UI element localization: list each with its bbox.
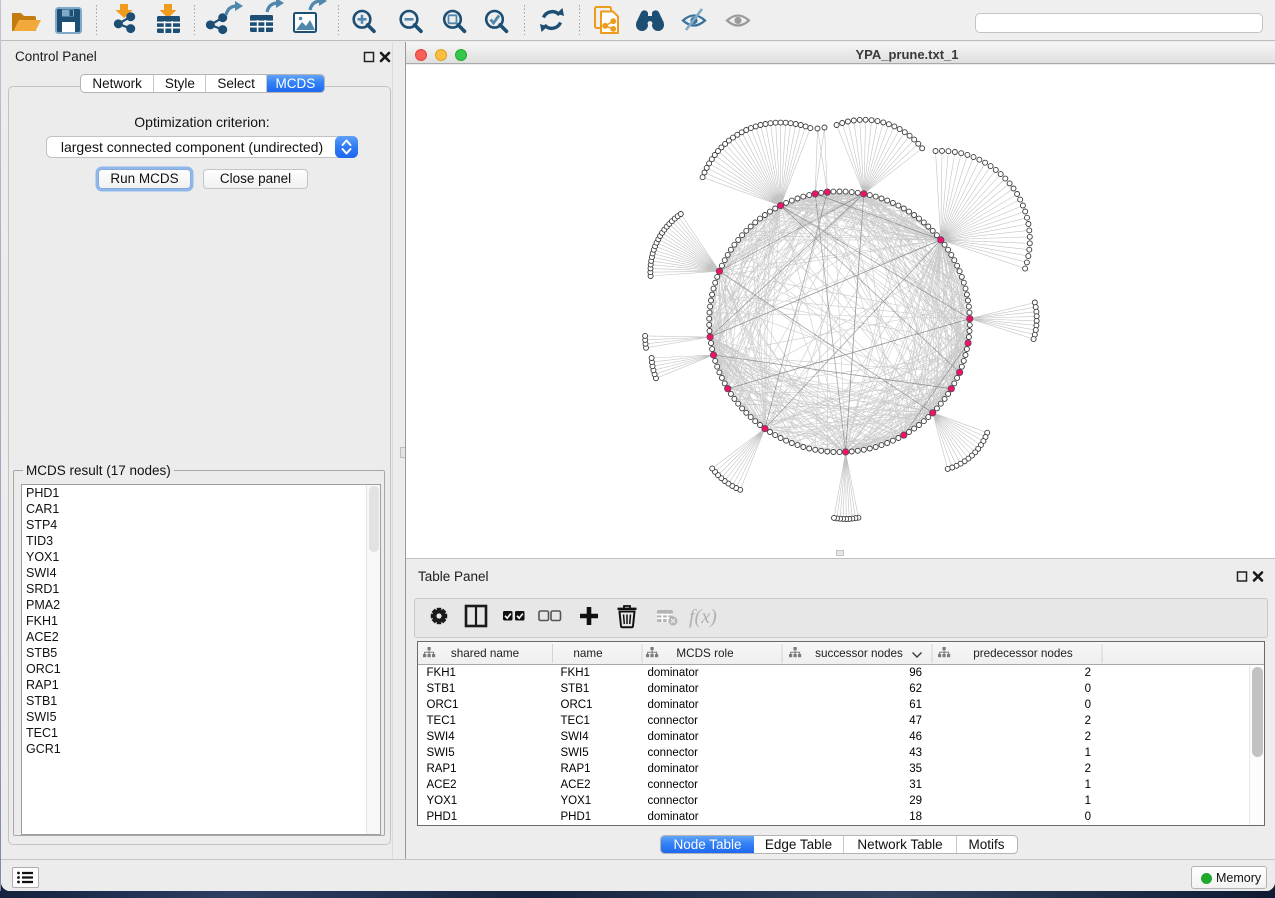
svg-text:f(x): f(x) bbox=[689, 606, 717, 628]
